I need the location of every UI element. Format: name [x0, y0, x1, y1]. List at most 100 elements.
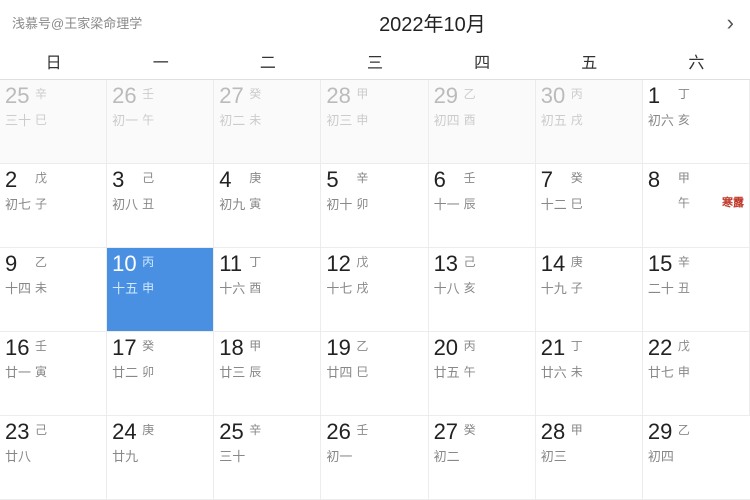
day-cell[interactable]: 25辛三十	[214, 416, 321, 500]
lunar-row: 十四未	[5, 278, 101, 297]
day-cell[interactable]: 12戊十七戌	[321, 248, 428, 332]
day-cell[interactable]: 24庚廿九	[107, 416, 214, 500]
day-cell[interactable]: 26壬初一午	[107, 80, 214, 164]
day-number: 14	[541, 252, 569, 276]
day-top-row: 29乙	[434, 84, 530, 108]
ganzhi-heavenly: 庚	[142, 423, 154, 437]
day-cell[interactable]: 21丁廿六未	[536, 332, 643, 416]
ganzhi-heavenly: 丁	[571, 339, 583, 353]
day-cell[interactable]: 4庚初九寅	[214, 164, 321, 248]
ganzhi-heavenly: 己	[142, 171, 154, 185]
day-number: 29	[434, 84, 462, 108]
day-cell[interactable]: 28甲初三	[536, 416, 643, 500]
day-cell[interactable]: 25辛三十巳	[0, 80, 107, 164]
lunar-row: 十五申	[112, 278, 208, 297]
day-number: 6	[434, 168, 462, 192]
day-cell[interactable]: 8甲午寒露	[643, 164, 750, 248]
lunar-day: 初九	[219, 194, 247, 213]
day-cell[interactable]: 29乙初四	[643, 416, 750, 500]
ganzhi-earthly: 卯	[356, 195, 368, 212]
ganzhi-heavenly: 庚	[249, 171, 261, 185]
ganzhi-heavenly: 己	[35, 423, 47, 437]
ganzhi-heavenly: 甲	[571, 423, 583, 437]
day-top-row: 26壬	[112, 84, 208, 108]
lunar-day: 初二	[219, 110, 247, 129]
lunar-day: 廿七	[648, 362, 676, 381]
lunar-row: 廿五午	[434, 362, 530, 381]
ganzhi-earthly: 午	[678, 194, 690, 211]
day-cell[interactable]: 28甲初三申	[321, 80, 428, 164]
day-number: 4	[219, 168, 247, 192]
lunar-day: 廿二	[112, 362, 140, 381]
lunar-day: 廿一	[5, 362, 33, 381]
lunar-row: 廿三辰	[219, 362, 315, 381]
lunar-row: 十九子	[541, 278, 637, 297]
day-number: 2	[5, 168, 33, 192]
days-grid: 25辛三十巳26壬初一午27癸初二未28甲初三申29乙初四酉30丙初五戌1丁初六…	[0, 80, 750, 500]
day-cell[interactable]: 15辛二十丑	[643, 248, 750, 332]
day-top-row: 22戊	[648, 336, 744, 360]
ganzhi-heavenly: 壬	[356, 423, 368, 437]
top-bar: 浅慕号@王家梁命理学 2022年10月 ›	[0, 0, 750, 41]
lunar-row: 初十卯	[326, 194, 422, 213]
ganzhi-heavenly: 壬	[142, 87, 154, 101]
ganzhi-heavenly: 辛	[678, 255, 690, 269]
lunar-day: 初十	[326, 194, 354, 213]
day-cell[interactable]: 30丙初五戌	[536, 80, 643, 164]
lunar-row: 廿一寅	[5, 362, 101, 381]
lunar-row: 十六酉	[219, 278, 315, 297]
day-cell[interactable]: 23己廿八	[0, 416, 107, 500]
day-top-row: 30丙	[541, 84, 637, 108]
ganzhi-earthly: 酉	[464, 111, 476, 128]
ganzhi-heavenly: 丁	[249, 255, 261, 269]
day-cell[interactable]: 5辛初十卯	[321, 164, 428, 248]
day-cell[interactable]: 1丁初六亥	[643, 80, 750, 164]
ganzhi-earthly: 酉	[249, 279, 261, 296]
lunar-day: 十五	[112, 278, 140, 297]
lunar-day: 初二	[434, 446, 462, 465]
day-cell[interactable]: 3己初八丑	[107, 164, 214, 248]
day-cell[interactable]: 16壬廿一寅	[0, 332, 107, 416]
lunar-day: 初三	[541, 446, 569, 465]
day-cell[interactable]: 27癸初二未	[214, 80, 321, 164]
day-number: 28	[541, 420, 569, 444]
day-cell[interactable]: 26壬初一	[321, 416, 428, 500]
day-cell[interactable]: 22戊廿七申	[643, 332, 750, 416]
ganzhi-heavenly: 癸	[249, 87, 261, 101]
weekday-label: 日	[0, 41, 107, 79]
ganzhi-heavenly: 壬	[35, 339, 47, 353]
day-cell[interactable]: 9乙十四未	[0, 248, 107, 332]
day-number: 30	[541, 84, 569, 108]
day-cell[interactable]: 10丙十五申	[107, 248, 214, 332]
day-top-row: 6壬	[434, 168, 530, 192]
day-top-row: 29乙	[648, 420, 745, 444]
day-number: 22	[648, 336, 676, 360]
day-cell[interactable]: 7癸十二巳	[536, 164, 643, 248]
day-cell[interactable]: 29乙初四酉	[429, 80, 536, 164]
ganzhi-earthly: 辰	[249, 363, 261, 380]
next-month-button[interactable]: ›	[723, 10, 738, 36]
day-cell[interactable]: 19乙廿四巳	[321, 332, 428, 416]
weekday-label: 一	[107, 41, 214, 79]
day-cell[interactable]: 6壬十一辰	[429, 164, 536, 248]
day-number: 25	[219, 420, 247, 444]
lunar-day: 廿五	[434, 362, 462, 381]
lunar-row: 三十巳	[5, 110, 101, 129]
week-header: 日一二三四五六	[0, 41, 750, 80]
lunar-day: 十二	[541, 194, 569, 213]
day-cell[interactable]: 11丁十六酉	[214, 248, 321, 332]
day-top-row: 24庚	[112, 420, 208, 444]
day-cell[interactable]: 14庚十九子	[536, 248, 643, 332]
day-cell[interactable]: 13己十八亥	[429, 248, 536, 332]
day-cell[interactable]: 27癸初二	[429, 416, 536, 500]
day-cell[interactable]: 20丙廿五午	[429, 332, 536, 416]
ganzhi-earthly: 辰	[464, 195, 476, 212]
lunar-day: 初四	[648, 446, 676, 465]
day-cell[interactable]: 17癸廿二卯	[107, 332, 214, 416]
day-cell[interactable]: 18甲廿三辰	[214, 332, 321, 416]
day-cell[interactable]: 2戊初七子	[0, 164, 107, 248]
lunar-day: 十七	[326, 278, 354, 297]
lunar-row: 初三申	[326, 110, 422, 129]
day-number: 11	[219, 252, 247, 276]
ganzhi-earthly: 子	[35, 195, 47, 212]
